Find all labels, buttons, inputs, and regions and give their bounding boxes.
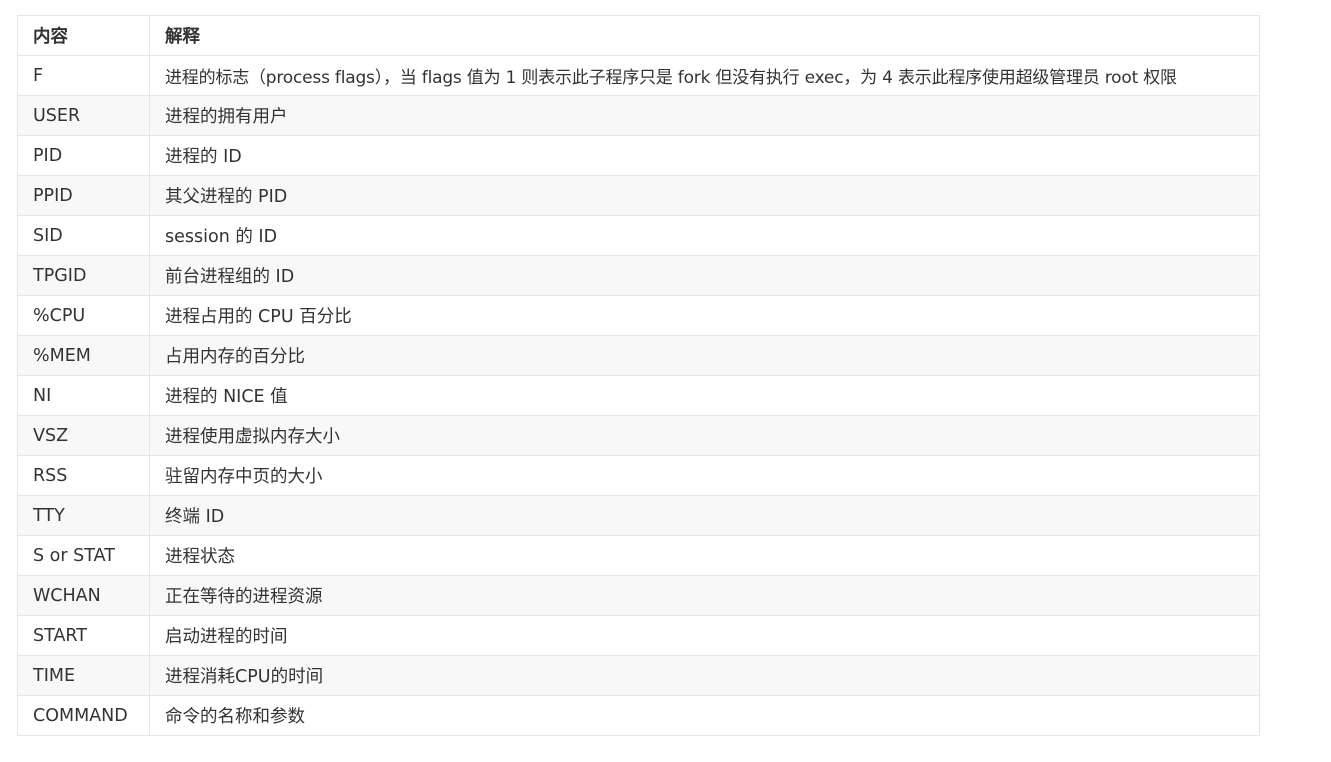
field-name: TTY xyxy=(17,495,150,536)
field-description: 进程消耗CPU的时间 xyxy=(149,655,1260,696)
table-row: START 启动进程的时间 xyxy=(17,615,1260,656)
field-name: RSS xyxy=(17,455,150,496)
field-name: %CPU xyxy=(17,295,150,336)
field-description: 进程的拥有用户 xyxy=(149,95,1260,136)
field-name: TIME xyxy=(17,655,150,696)
field-description: session 的 ID xyxy=(149,215,1260,256)
field-description: 正在等待的进程资源 xyxy=(149,575,1260,616)
field-description: 进程的 NICE 值 xyxy=(149,375,1260,416)
field-description: 进程状态 xyxy=(149,535,1260,576)
field-description: 命令的名称和参数 xyxy=(149,695,1260,736)
table-row: TIME 进程消耗CPU的时间 xyxy=(17,655,1260,696)
table-row: COMMAND 命令的名称和参数 xyxy=(17,695,1260,736)
field-name: S or STAT xyxy=(17,535,150,576)
table-row: USER 进程的拥有用户 xyxy=(17,95,1260,136)
field-description: 进程的标志（process flags），当 flags 值为 1 则表示此子程… xyxy=(149,55,1260,96)
table-row: %MEM 占用内存的百分比 xyxy=(17,335,1260,376)
field-description: 占用内存的百分比 xyxy=(149,335,1260,376)
field-name: PPID xyxy=(17,175,150,216)
table-row: SID session 的 ID xyxy=(17,215,1260,256)
field-description: 前台进程组的 ID xyxy=(149,255,1260,296)
field-description: 进程的 ID xyxy=(149,135,1260,176)
table-row: TPGID 前台进程组的 ID xyxy=(17,255,1260,296)
field-name: COMMAND xyxy=(17,695,150,736)
table-row: RSS 驻留内存中页的大小 xyxy=(17,455,1260,496)
field-name: NI xyxy=(17,375,150,416)
field-description: 其父进程的 PID xyxy=(149,175,1260,216)
table-header: 内容 解释 xyxy=(17,15,1260,56)
header-content: 内容 xyxy=(17,15,150,56)
table-row: NI 进程的 NICE 值 xyxy=(17,375,1260,416)
field-name: WCHAN xyxy=(17,575,150,616)
field-description: 进程占用的 CPU 百分比 xyxy=(149,295,1260,336)
field-description: 启动进程的时间 xyxy=(149,615,1260,656)
table-row: VSZ 进程使用虚拟内存大小 xyxy=(17,415,1260,456)
field-name: START xyxy=(17,615,150,656)
field-name: %MEM xyxy=(17,335,150,376)
table-row: S or STAT 进程状态 xyxy=(17,535,1260,576)
field-name: F xyxy=(17,55,150,96)
table-row: PPID 其父进程的 PID xyxy=(17,175,1260,216)
table-body: F 进程的标志（process flags），当 flags 值为 1 则表示此… xyxy=(17,55,1260,736)
ps-fields-table: 内容 解释 F 进程的标志（process flags），当 flags 值为 … xyxy=(17,15,1260,736)
field-name: TPGID xyxy=(17,255,150,296)
field-name: USER xyxy=(17,95,150,136)
field-description: 驻留内存中页的大小 xyxy=(149,455,1260,496)
table-row: WCHAN 正在等待的进程资源 xyxy=(17,575,1260,616)
field-name: VSZ xyxy=(17,415,150,456)
table-row: %CPU 进程占用的 CPU 百分比 xyxy=(17,295,1260,336)
header-explanation: 解释 xyxy=(149,15,1260,56)
field-name: SID xyxy=(17,215,150,256)
table-row: PID 进程的 ID xyxy=(17,135,1260,176)
table-row: F 进程的标志（process flags），当 flags 值为 1 则表示此… xyxy=(17,55,1260,96)
header-row: 内容 解释 xyxy=(17,15,1260,56)
field-description: 终端 ID xyxy=(149,495,1260,536)
field-description: 进程使用虚拟内存大小 xyxy=(149,415,1260,456)
table-row: TTY 终端 ID xyxy=(17,495,1260,536)
field-name: PID xyxy=(17,135,150,176)
